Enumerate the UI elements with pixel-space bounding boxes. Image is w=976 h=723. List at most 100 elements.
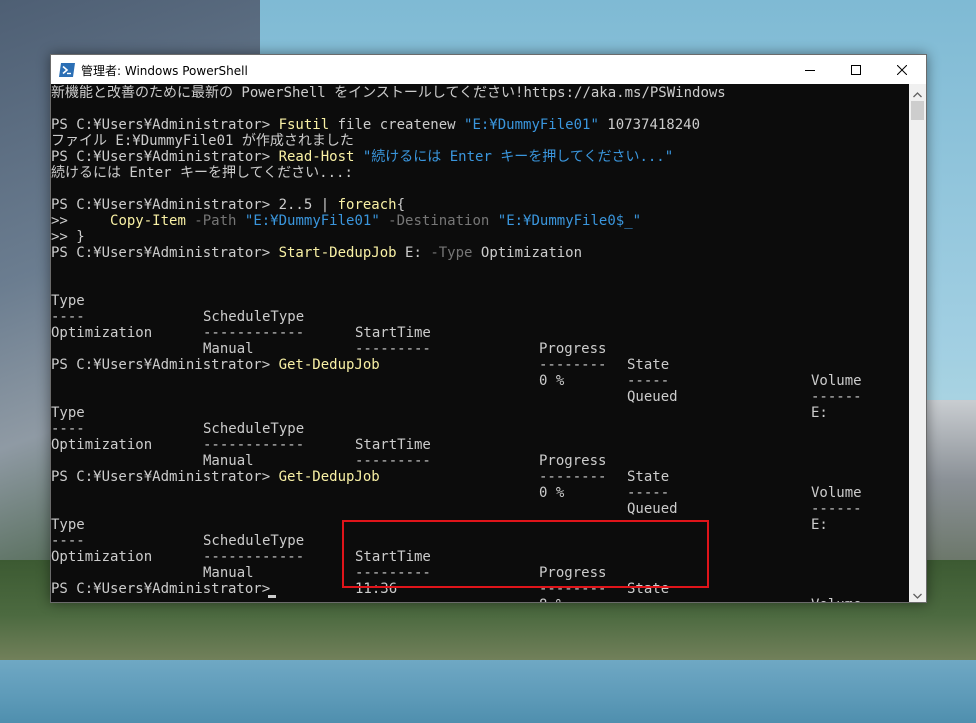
table-divider: ---- ------------ --------- -------- ---… (51, 517, 669, 602)
maximize-icon (851, 64, 861, 75)
header-volume: Volume (811, 485, 862, 501)
table-row: Optimization Manual 0 % Queued E: (51, 309, 828, 421)
prompt: PS C:¥Users¥Administrator> (51, 197, 279, 213)
dash-volume: ------ (811, 501, 862, 517)
cell-type: Optimization (51, 325, 153, 341)
command-line: PS C:¥Users¥Administrator> 2..5 | foreac… (51, 197, 405, 213)
command-line[interactable]: PS C:¥Users¥Administrator> (51, 581, 279, 597)
prompt: PS C:¥Users¥Administrator> (51, 117, 279, 133)
command-name: Copy-Item (110, 213, 186, 229)
dash-state: ----- (627, 597, 669, 602)
table-header: Type ScheduleType StartTime Progress Sta… (51, 389, 862, 501)
continuation-line: >> Copy-Item -Path "E:¥DummyFile01" -Des… (51, 213, 641, 229)
table-row: Optimization Manual 0 % Queued E: (51, 421, 828, 533)
prompt: PS C:¥Users¥Administrator> (51, 469, 279, 485)
dash-start: --------- (355, 453, 431, 469)
dash-schedule: ------------ (203, 437, 305, 453)
size-arg: 10737418240 (598, 117, 701, 133)
command-line: PS C:¥Users¥Administrator> Get-DedupJob (51, 357, 380, 373)
prompt: PS C:¥Users¥Administrator> (51, 149, 279, 165)
cell-volume: E: (811, 517, 828, 533)
header-state: State (627, 357, 670, 373)
parameter: -Destination (379, 213, 498, 229)
cell-progress: 8 % (539, 597, 564, 602)
dash-state: ----- (627, 373, 670, 389)
command-name: Read-Host (278, 149, 355, 165)
volume-arg: E: (396, 245, 431, 261)
cell-state: Queued (627, 389, 678, 405)
prompt: PS C:¥Users¥Administrator> (51, 581, 279, 597)
vertical-scrollbar[interactable] (909, 84, 926, 602)
cell-type: Optimization (51, 549, 153, 565)
highlight-box (342, 520, 709, 588)
cell-schedule: Manual (203, 453, 254, 469)
parameter: -Type (430, 245, 473, 261)
close-button[interactable] (879, 55, 925, 84)
header-schedule: ScheduleType (203, 421, 305, 437)
banner-line: 新機能と改善のために最新の PowerShell をインストールしてください!h… (51, 85, 726, 101)
scroll-thumb[interactable] (911, 101, 924, 120)
banner-text: 新機能と改善のために最新の PowerShell をインストールしてください!h… (51, 85, 726, 101)
brace: { (396, 197, 406, 213)
prompt: PS C:¥Users¥Administrator> (51, 357, 279, 373)
command-name: Get-DedupJob (278, 469, 380, 485)
prompt: PS C:¥Users¥Administrator> (51, 245, 279, 261)
header-volume: Volume (811, 597, 862, 602)
output-line: ファイル E:¥DummyFile01 が作成されました (51, 133, 354, 149)
window-title: 管理者: Windows PowerShell (81, 64, 248, 78)
title-bar[interactable]: 管理者: Windows PowerShell (51, 55, 926, 84)
dash-state: ----- (627, 485, 670, 501)
header-schedule: ScheduleType (203, 533, 305, 549)
string-arg: "E:¥DummyFile0$_" (497, 213, 642, 229)
powershell-window: 管理者: Windows PowerShell 新機能と改善のために最新の Po… (50, 54, 927, 603)
command-line: PS C:¥Users¥Administrator> Get-DedupJob (51, 469, 380, 485)
continuation-close: >> } (51, 229, 85, 245)
cell-state: Queued (627, 501, 678, 517)
header-state: State (627, 469, 670, 485)
minimize-button[interactable] (787, 55, 833, 84)
header-schedule: ScheduleType (203, 309, 305, 325)
scroll-down-button[interactable] (909, 585, 926, 602)
string-arg: "E:¥DummyFile01" (244, 213, 380, 229)
header-volume: Volume (811, 373, 862, 389)
scroll-up-icon (913, 83, 922, 102)
range-text: 2..5 | (278, 197, 338, 213)
command-name: Fsutil (278, 117, 330, 133)
command-line: PS C:¥Users¥Administrator> Fsutil file c… (51, 117, 700, 133)
text-cursor (268, 595, 276, 598)
table-header: Type ScheduleType StartTime Progress Sta… (51, 277, 862, 389)
console-output[interactable]: 新機能と改善のために最新の PowerShell をインストールしてください!h… (51, 84, 909, 602)
cell-progress: 0 % (539, 373, 565, 389)
maximize-button[interactable] (833, 55, 879, 84)
cell-progress: 0 % (539, 485, 565, 501)
cell-type: Optimization (51, 437, 153, 453)
table-header: Type ScheduleType StartTime Progress Sta… (51, 501, 862, 602)
minimize-icon (805, 65, 815, 75)
cell-schedule: Manual (203, 565, 254, 581)
scroll-down-icon (913, 584, 922, 603)
close-icon (897, 64, 907, 75)
command-name: Get-DedupJob (278, 357, 380, 373)
output-text: 続けるには Enter キーを押してください...: (51, 165, 353, 181)
scroll-up-button[interactable] (909, 84, 926, 101)
table-divider: ---- ------------ --------- -------- ---… (51, 405, 862, 517)
command-name: Start-DedupJob (278, 245, 397, 261)
string-arg: "続けるには Enter キーを押してください..." (354, 149, 674, 165)
output-line: 続けるには Enter キーを押してください...: (51, 165, 353, 181)
continuation-prompt: >> (51, 213, 77, 229)
dash-start: --------- (355, 341, 431, 357)
command-line: PS C:¥Users¥Administrator> Start-DedupJo… (51, 245, 582, 261)
output-text: ファイル E:¥DummyFile01 が作成されました (51, 133, 354, 149)
header-progress: Progress (539, 453, 607, 469)
continuation-line: >> } (51, 229, 85, 245)
dash-volume: ------ (811, 389, 862, 405)
string-arg: "E:¥DummyFile01" (464, 117, 599, 133)
command-args: file createnew (329, 117, 465, 133)
cell-volume: E: (811, 405, 828, 421)
parameter: -Path (185, 213, 245, 229)
header-start: StartTime (355, 437, 431, 453)
powershell-icon (59, 62, 75, 77)
parameter-value: Optimization (472, 245, 583, 261)
dash-progress: -------- (539, 357, 607, 373)
